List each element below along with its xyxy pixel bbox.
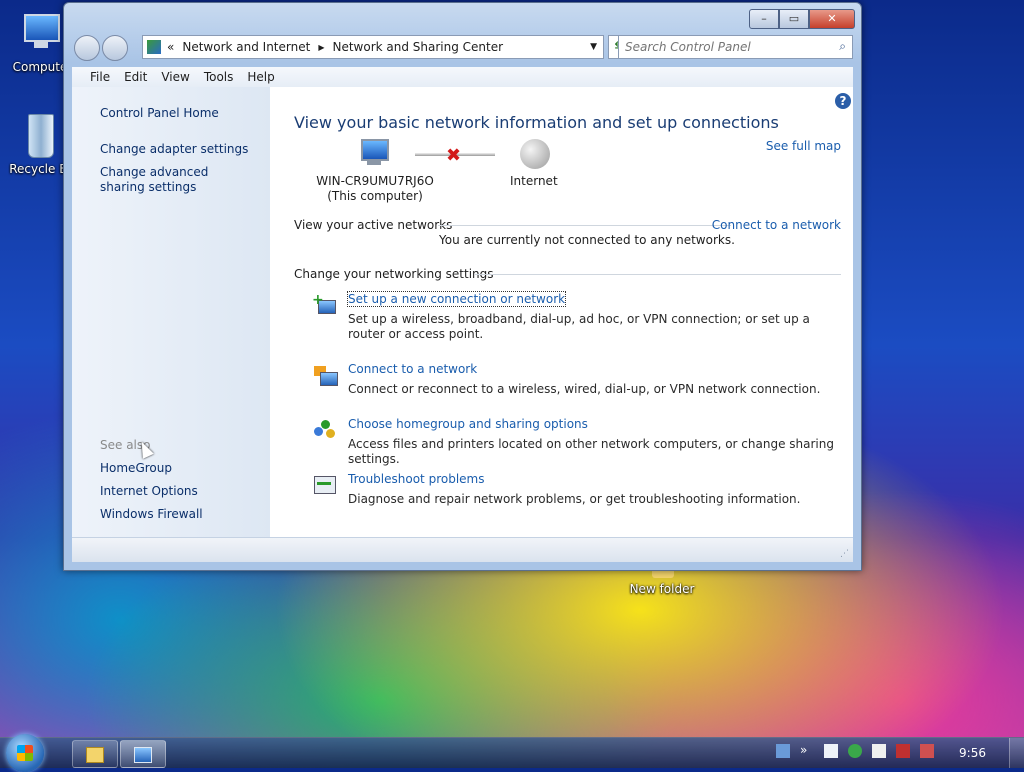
control-panel-home-link[interactable]: Control Panel Home	[100, 106, 219, 121]
menu-tools[interactable]: Tools	[204, 70, 234, 84]
homegroup-icon	[312, 419, 336, 441]
back-button[interactable]	[74, 35, 100, 61]
menu-bar: File Edit View Tools Help	[72, 67, 853, 88]
close-button[interactable]: ✕	[809, 9, 855, 29]
left-task-pane: Control Panel Home Change adapter settin…	[72, 87, 270, 538]
main-pane: ? View your basic network information an…	[270, 87, 853, 538]
forward-button[interactable]	[102, 35, 128, 61]
control-panel-icon	[134, 747, 152, 763]
chevron-down-icon[interactable]: ▼	[590, 42, 597, 52]
computer-name: WIN-CR9UMU7RJ6O	[316, 174, 434, 188]
control-panel-icon	[147, 40, 161, 54]
active-networks-header: View your active networks	[294, 218, 453, 232]
menu-view[interactable]: View	[161, 70, 189, 84]
navigation-bar: « Network and Internet ▶ Network and Sha…	[72, 33, 853, 61]
clock[interactable]: 9:56	[959, 746, 986, 760]
disconnected-x-icon[interactable]: ✖	[446, 145, 461, 166]
breadcrumb-network-sharing-center[interactable]: Network and Sharing Center	[332, 40, 503, 54]
menu-file[interactable]: File	[90, 70, 110, 84]
action-center-flag-icon[interactable]	[872, 744, 886, 758]
network-sharing-center-window: – ▭ ✕ « Network and Internet ▶ Network a…	[63, 2, 862, 571]
homegroup-link[interactable]: HomeGroup	[100, 461, 172, 476]
connect-network-icon	[312, 364, 338, 386]
windows-logo-icon	[17, 745, 33, 761]
troubleshoot-link[interactable]: Troubleshoot problems	[348, 472, 484, 486]
recycle-bin-icon	[16, 112, 64, 160]
search-input[interactable]	[619, 36, 827, 58]
start-button[interactable]	[6, 734, 44, 772]
window-controls: – ▭ ✕	[749, 9, 855, 29]
windows-firewall-link[interactable]: Windows Firewall	[100, 507, 203, 522]
computer-sub-label: (This computer)	[327, 189, 423, 203]
computer-icon[interactable]	[358, 139, 390, 167]
setup-connection-link[interactable]: Set up a new connection or network	[346, 291, 567, 307]
task-description: Set up a wireless, broadband, dial-up, a…	[348, 312, 810, 341]
minimize-button[interactable]: –	[749, 9, 779, 29]
connect-to-network-task-link[interactable]: Connect to a network	[348, 362, 477, 376]
taskbar-explorer-button[interactable]	[72, 740, 118, 768]
menu-help[interactable]: Help	[247, 70, 274, 84]
menu-edit[interactable]: Edit	[124, 70, 147, 84]
search-box[interactable]: ⌕	[618, 35, 853, 59]
breadcrumb-network-internet[interactable]: Network and Internet	[182, 40, 310, 54]
volume-muted-icon[interactable]	[920, 744, 934, 758]
search-icon[interactable]: ⌕	[839, 39, 846, 54]
folder-icon	[86, 747, 104, 763]
divider	[438, 225, 731, 226]
troubleshoot-icon	[312, 474, 336, 496]
desktop-icon-label: New folder	[629, 582, 695, 596]
status-bar: ⋰	[72, 537, 853, 562]
task-description: Connect or reconnect to a wireless, wire…	[348, 382, 821, 396]
see-full-map-link[interactable]: See full map	[766, 139, 841, 153]
page-title: View your basic network information and …	[294, 113, 779, 132]
show-desktop-button[interactable]	[1009, 738, 1024, 768]
resize-grip-icon[interactable]: ⋰	[840, 549, 849, 559]
computer-label: WIN-CR9UMU7RJ6O (This computer)	[310, 174, 440, 204]
security-check-icon[interactable]	[848, 744, 862, 758]
internet-options-link[interactable]: Internet Options	[100, 484, 198, 499]
connect-to-network-link[interactable]: Connect to a network	[712, 218, 841, 232]
change-adapter-settings-link[interactable]: Change adapter settings	[100, 142, 248, 157]
network-disconnected-icon[interactable]	[896, 744, 910, 758]
desktop-icon-new-folder[interactable]: New folder	[622, 568, 702, 596]
internet-label: Internet	[510, 174, 558, 188]
change-advanced-sharing-link[interactable]: Change advanced sharing settings	[100, 165, 250, 195]
task-description: Diagnose and repair network problems, or…	[348, 492, 801, 506]
nav-arrows	[74, 35, 130, 61]
address-bar[interactable]: « Network and Internet ▶ Network and Sha…	[142, 35, 604, 59]
new-connection-icon: +	[312, 293, 336, 316]
divider	[475, 274, 841, 275]
task-description: Access files and printers located on oth…	[348, 437, 834, 466]
not-connected-message: You are currently not connected to any n…	[439, 233, 735, 247]
system-tray: »	[766, 744, 934, 758]
display-icon[interactable]	[776, 744, 790, 758]
computer-icon	[16, 10, 64, 58]
help-icon[interactable]: ?	[835, 93, 851, 109]
content-area: Control Panel Home Change adapter settin…	[72, 87, 853, 538]
homegroup-sharing-link[interactable]: Choose homegroup and sharing options	[348, 417, 588, 431]
chevron-right-icon[interactable]: ▶	[318, 43, 324, 52]
document-icon[interactable]	[824, 744, 838, 758]
taskbar: » 9:56	[0, 734, 1024, 772]
tray-overflow-icon[interactable]: »	[800, 744, 814, 758]
networking-settings-header: Change your networking settings	[294, 267, 494, 281]
breadcrumb-prefix[interactable]: «	[167, 40, 174, 54]
internet-globe-icon[interactable]	[520, 139, 550, 169]
maximize-button[interactable]: ▭	[779, 9, 809, 29]
taskbar-control-panel-button[interactable]	[120, 740, 166, 768]
